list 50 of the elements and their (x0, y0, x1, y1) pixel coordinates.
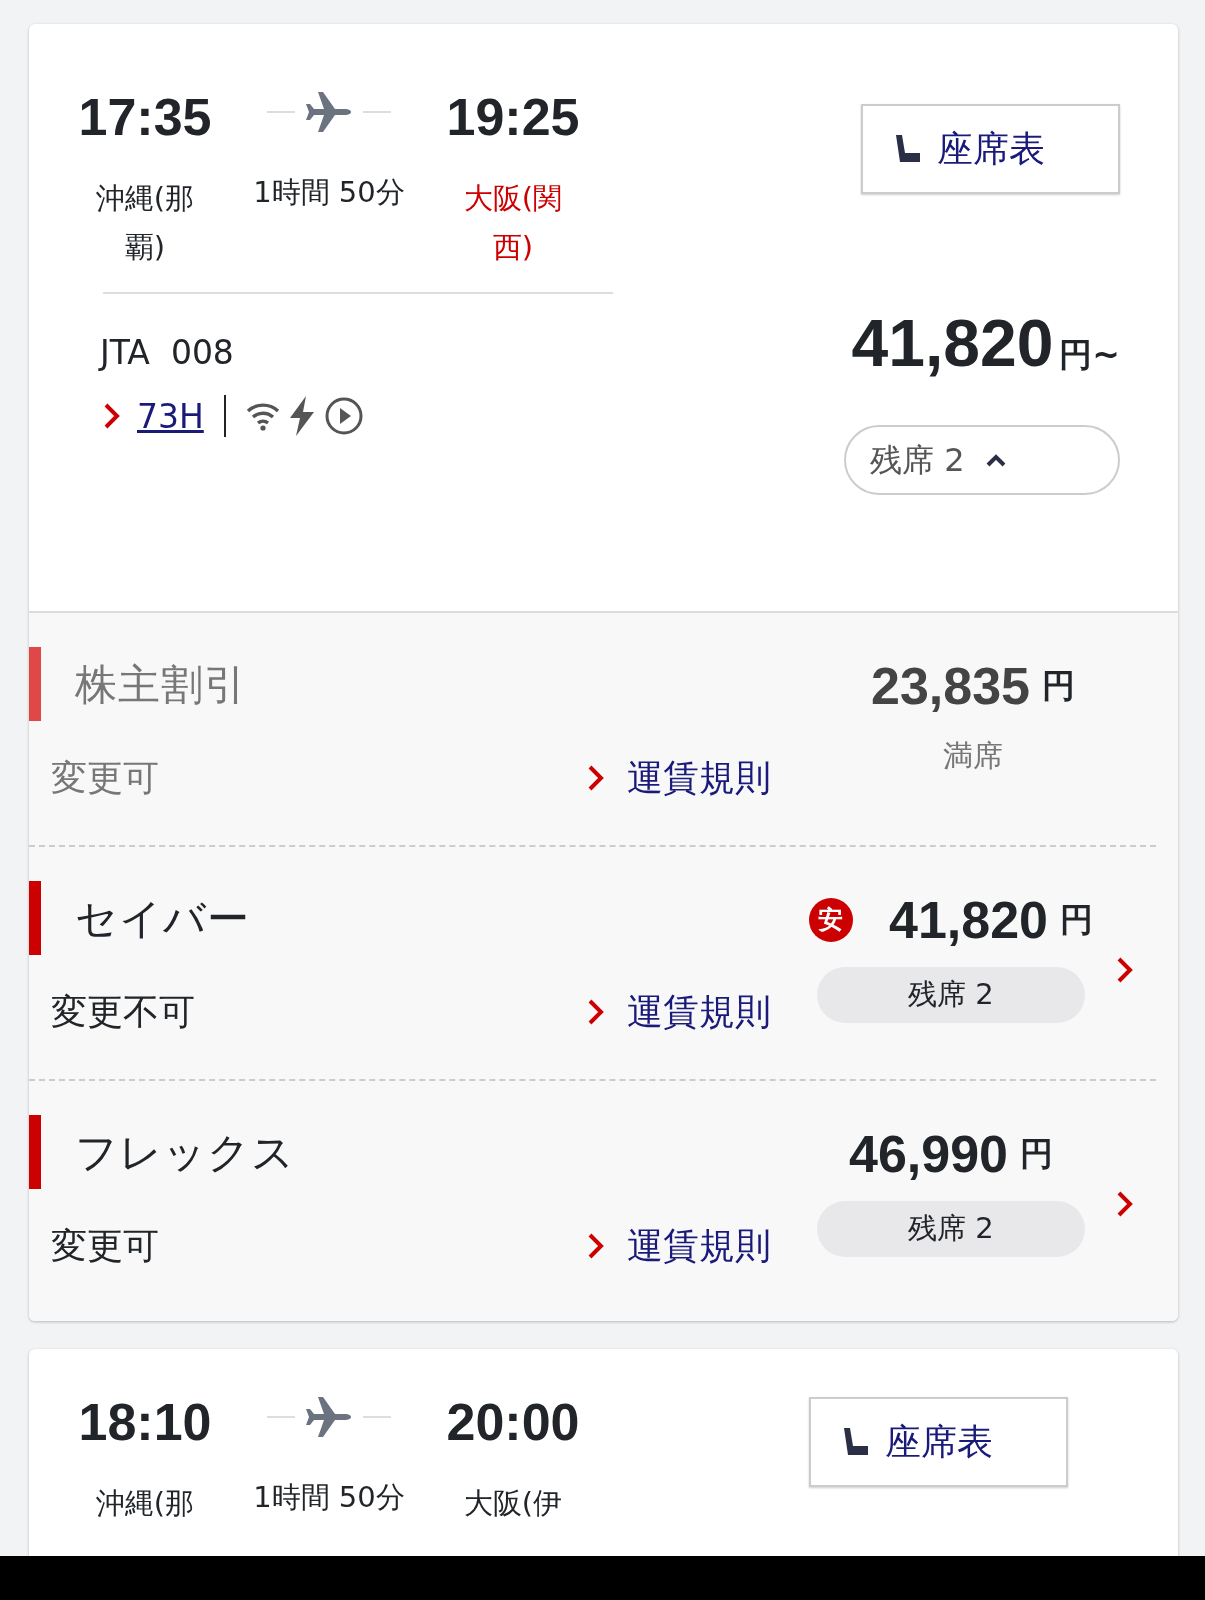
fare-name: セイバー (75, 892, 250, 945)
currency-unit: 円 (1042, 665, 1075, 708)
seat-map-button[interactable]: 座席表 (861, 104, 1120, 194)
availability-pill: 残席 2 (817, 967, 1085, 1023)
select-chevron-icon[interactable] (1116, 956, 1134, 984)
change-rule: 変更可 (51, 1224, 160, 1268)
chevron-right-icon (587, 764, 605, 792)
cheapest-badge: 安 (808, 898, 853, 942)
play-icon (323, 396, 364, 437)
availability-text: 満席 (943, 737, 1003, 775)
lowest-price: 41,820 (851, 305, 1054, 382)
fare-name: 株主割引 (75, 658, 247, 711)
fare-price: 41,820 (888, 890, 1048, 951)
lightning-icon (287, 396, 316, 437)
change-rule: 変更可 (51, 756, 160, 800)
chevron-right-icon (103, 402, 121, 431)
wifi-icon (245, 401, 280, 432)
currency-unit: 円 (1060, 899, 1093, 942)
airplane-icon (305, 89, 353, 134)
seat-map-button[interactable]: 座席表 (809, 1397, 1068, 1487)
availability-pill: 残席 2 (817, 1201, 1085, 1257)
fare-name: フレックス (75, 1126, 295, 1179)
price-suffix: 円~ (1059, 334, 1120, 376)
caret-icon (984, 453, 1007, 467)
fare-rules-link[interactable]: 運賃規則 (587, 985, 771, 1039)
flight-duration: 1時間 50分 (252, 174, 406, 211)
fare-price: 46,990 (848, 1124, 1008, 1185)
departure-time: 18:10 (77, 1392, 213, 1453)
departure-airport: 沖縄(那 (94, 1484, 196, 1522)
fare-rules-link[interactable]: 運賃規則 (587, 1219, 771, 1273)
aircraft-link[interactable]: 73H (129, 391, 212, 442)
departure-time: 17:35 (77, 87, 213, 148)
arrival-airport: 大阪(関西) (462, 179, 564, 266)
flight-duration: 1時間 50分 (252, 1479, 406, 1516)
seat-icon (841, 1426, 871, 1458)
select-chevron-icon[interactable] (1116, 1190, 1134, 1218)
chevron-right-icon (587, 1232, 605, 1260)
arrival-airport: 大阪(伊 (462, 1484, 564, 1522)
fare-rules-link[interactable]: 運賃規則 (587, 751, 771, 805)
currency-unit: 円 (1020, 1133, 1053, 1176)
seat-icon (893, 133, 923, 165)
arrival-time: 19:25 (445, 87, 581, 148)
chevron-right-icon (587, 998, 605, 1026)
fare-price: 23,835 (870, 656, 1030, 717)
seats-toggle[interactable]: 残席 2 (844, 425, 1120, 495)
departure-airport: 沖縄(那覇) (94, 179, 196, 266)
airplane-icon (305, 1394, 353, 1439)
change-rule: 変更不可 (51, 990, 196, 1034)
flight-number: JTA 008 (100, 332, 235, 375)
arrival-time: 20:00 (445, 1392, 581, 1453)
